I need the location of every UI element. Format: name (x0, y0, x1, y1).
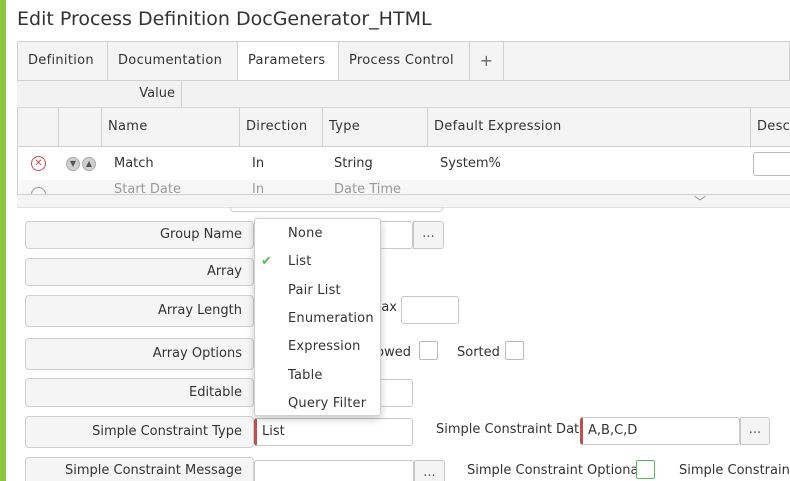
menu-item-pair-list[interactable]: Pair List (255, 277, 380, 305)
simple-constraint-trailing-label: Simple Constraint V (679, 463, 790, 478)
cell-type: String (334, 156, 373, 171)
value-row: Value (17, 81, 790, 108)
menu-item-query-filter[interactable]: Query Filter (255, 390, 380, 418)
group-name-label: Group Name (25, 221, 254, 249)
cell-name: Start Date (114, 182, 181, 194)
header-order (59, 108, 102, 146)
tab-bar: Definition Documentation Parameters Proc… (17, 41, 790, 81)
menu-item-label: None (288, 226, 323, 241)
move-up-icon[interactable]: ▲ (82, 157, 96, 171)
menu-item-list[interactable]: ✔ List (255, 248, 380, 276)
accent-bar (0, 0, 6, 481)
grid-header: Name Direction Type Default Expression D… (18, 108, 790, 147)
cell-default-expression: System% (440, 156, 501, 171)
header-type[interactable]: Type (323, 108, 428, 146)
cell-direction: In (252, 182, 265, 194)
header-name[interactable]: Name (102, 108, 240, 146)
simple-constraint-message-field[interactable] (254, 460, 414, 481)
cell-name: Match (114, 156, 154, 171)
menu-item-table[interactable]: Table (255, 362, 380, 390)
move-down-icon[interactable]: ▼ (66, 157, 80, 171)
tab-documentation[interactable]: Documentation (108, 42, 238, 80)
parameters-grid: Name Direction Type Default Expression D… (17, 108, 790, 194)
editable-label: Editable (25, 378, 254, 407)
menu-item-label: Pair List (288, 283, 341, 298)
simple-constraint-data-browse-button[interactable]: ... (740, 417, 770, 445)
remove-circle-icon[interactable]: ✕ (31, 156, 46, 171)
array-label: Array (25, 258, 254, 286)
value-label: Value (17, 81, 182, 107)
cell-direction: In (252, 156, 265, 171)
menu-item-label: Query Filter (288, 396, 367, 411)
tab-parameters[interactable]: Parameters (238, 42, 339, 80)
simple-constraint-optional-checkbox[interactable] (636, 460, 655, 479)
sorted-checkbox[interactable] (505, 341, 524, 360)
panel-splitter[interactable]: ﹀ (17, 193, 790, 210)
sorted-label: Sorted (457, 345, 500, 360)
menu-item-label: Table (288, 368, 323, 383)
table-row[interactable]: ✕ ▼ ▲ Match In String System% (18, 147, 790, 180)
header-description[interactable]: Desc (751, 108, 790, 146)
array-options-label: Array Options (25, 338, 254, 370)
checkmark-icon: ✔ (261, 254, 273, 269)
array-length-label: Array Length (25, 295, 254, 327)
menu-item-label: Enumeration (288, 311, 374, 326)
simple-constraint-type-select[interactable]: List (254, 418, 413, 446)
field-stub (230, 207, 443, 212)
menu-item-label: List (288, 254, 312, 269)
menu-item-label: Expression (288, 339, 361, 354)
header-select (18, 108, 59, 146)
page-title: Edit Process Definition DocGenerator_HTM… (17, 8, 432, 30)
chevron-down-icon[interactable]: ﹀ (694, 193, 706, 210)
menu-item-enumeration[interactable]: Enumeration (255, 305, 380, 333)
header-default-expression[interactable]: Default Expression (428, 108, 751, 146)
tab-process-control[interactable]: Process Control (339, 42, 470, 80)
constraint-type-dropdown-menu: None ✔ List Pair List Enumeration Express… (254, 218, 381, 416)
header-direction[interactable]: Direction (240, 108, 323, 146)
simple-constraint-optional-label: Simple Constraint Optional (467, 463, 643, 478)
description-input[interactable] (753, 152, 790, 176)
allowed-checkbox[interactable] (419, 341, 438, 360)
simple-constraint-message-label: Simple Constraint Message (25, 457, 254, 481)
cell-type: Date Time (334, 182, 402, 194)
max-field[interactable] (401, 296, 459, 324)
add-tab-button[interactable]: + (470, 42, 504, 80)
simple-constraint-data-field[interactable]: A,B,C,D (580, 417, 740, 445)
simple-constraint-data-label: Simple Constraint Data (436, 422, 588, 437)
remove-circle-icon[interactable] (31, 187, 46, 194)
simple-constraint-message-browse-button[interactable]: ... (414, 460, 445, 481)
menu-item-expression[interactable]: Expression (255, 333, 380, 361)
group-name-browse-button[interactable]: ... (413, 221, 444, 249)
menu-item-none[interactable]: None (255, 220, 380, 248)
table-row-partial[interactable]: Start Date In Date Time (18, 180, 790, 194)
tab-definition[interactable]: Definition (18, 42, 108, 80)
simple-constraint-type-label: Simple Constraint Type (25, 416, 254, 448)
editable-field[interactable] (378, 379, 413, 407)
